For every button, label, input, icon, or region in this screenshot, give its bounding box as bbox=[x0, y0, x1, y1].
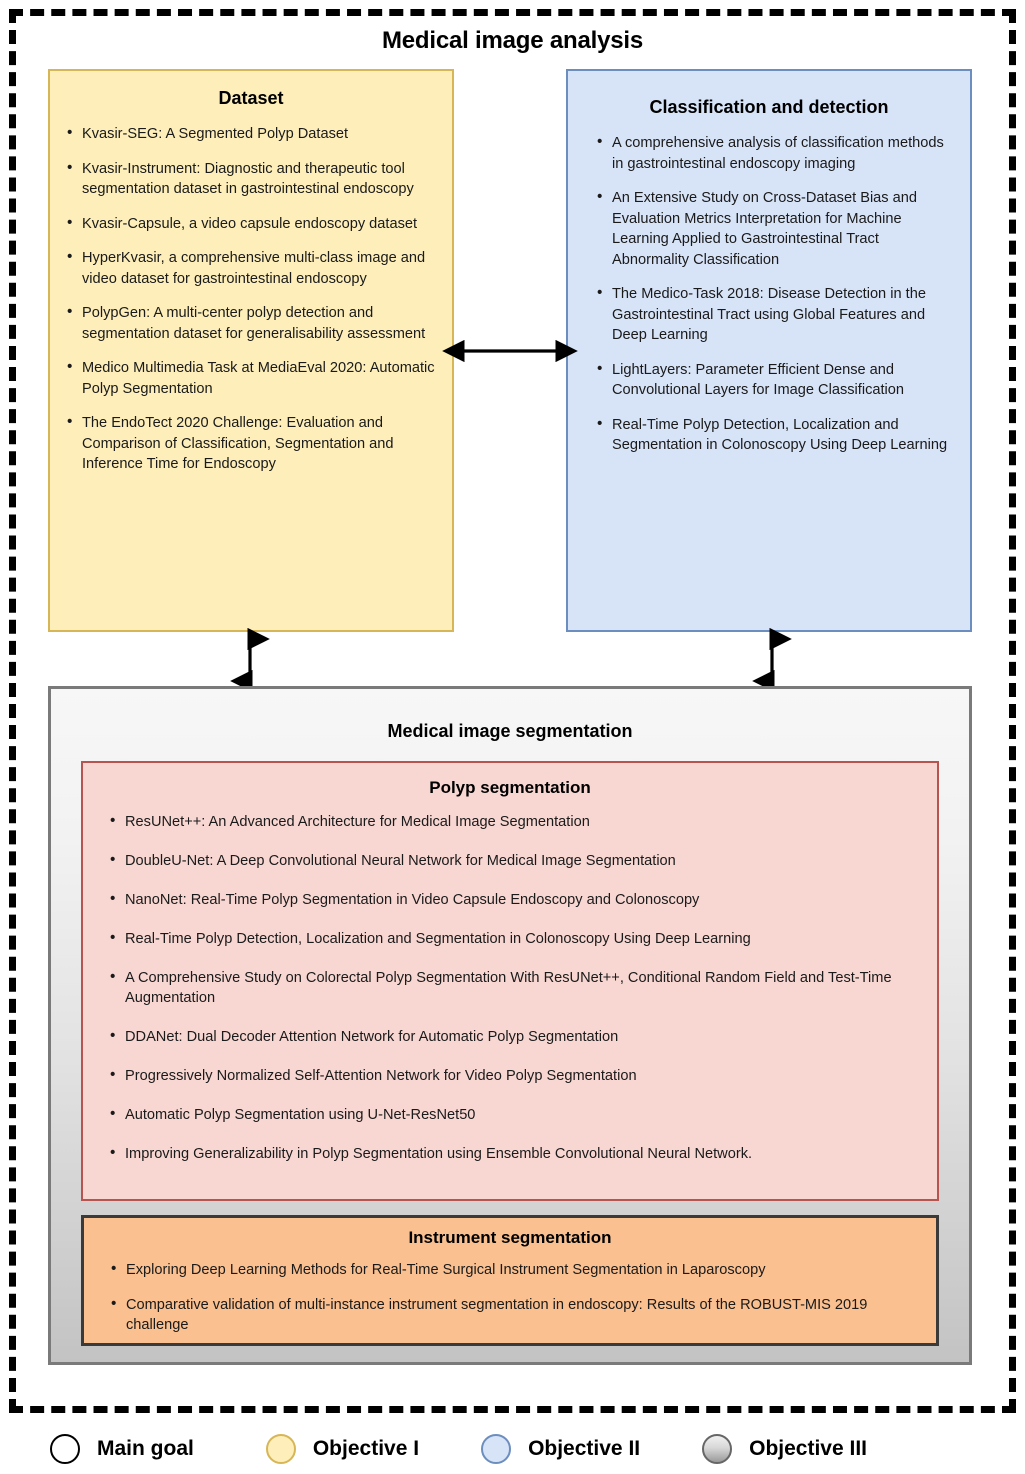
legend-item-objective-1: Objective I bbox=[265, 1434, 420, 1464]
classification-and-detection-card: Classification and detection A comprehen… bbox=[566, 69, 972, 632]
list-item: DoubleU-Net: A Deep Convolutional Neural… bbox=[110, 850, 921, 871]
dataset-card: Dataset Kvasir-SEG: A Segmented Polyp Da… bbox=[48, 69, 454, 632]
classification-card-title: Classification and detection bbox=[649, 97, 889, 117]
list-item: DDANet: Dual Decoder Attention Network f… bbox=[110, 1026, 921, 1047]
legend-item-objective-3: Objective III bbox=[702, 1434, 867, 1464]
instrument-segmentation-card: Instrument segmentation Exploring Deep L… bbox=[81, 1215, 939, 1346]
instrument-list: Exploring Deep Learning Methods for Real… bbox=[84, 1259, 936, 1335]
list-item: HyperKvasir, a comprehensive multi-class… bbox=[67, 247, 440, 289]
list-item: NanoNet: Real-Time Polyp Segmentation in… bbox=[110, 889, 921, 910]
dataset-card-title: Dataset bbox=[218, 88, 284, 108]
arrow-dataset-segmentation bbox=[230, 627, 270, 693]
legend-circle-icon bbox=[702, 1434, 733, 1464]
page-title: Medical image analysis bbox=[381, 27, 644, 54]
list-item: Progressively Normalized Self-Attention … bbox=[110, 1065, 921, 1086]
list-item: The EndoTect 2020 Challenge: Evaluation … bbox=[67, 412, 440, 475]
list-item: Real-Time Polyp Detection, Localization … bbox=[597, 414, 958, 456]
list-item: Real-Time Polyp Detection, Localization … bbox=[110, 928, 921, 949]
polyp-segmentation-card: Polyp segmentation ResUNet++: An Advance… bbox=[81, 761, 939, 1201]
list-item: PolypGen: A multi-center polyp detection… bbox=[67, 302, 440, 344]
legend-item-objective-2: Objective II bbox=[481, 1434, 640, 1464]
medical-image-segmentation-card: Medical image segmentation Polyp segment… bbox=[48, 686, 972, 1365]
legend-label: Objective II bbox=[528, 1437, 641, 1460]
legend-label: Main goal bbox=[97, 1437, 194, 1460]
list-item: LightLayers: Parameter Efficient Dense a… bbox=[597, 359, 958, 401]
list-item: Automatic Polyp Segmentation using U-Net… bbox=[110, 1104, 921, 1125]
instrument-card-title: Instrument segmentation bbox=[408, 1228, 612, 1247]
legend: Main goal Objective I Objective II Objec… bbox=[0, 1424, 1025, 1474]
list-item: ResUNet++: An Advanced Architecture for … bbox=[110, 811, 921, 832]
dataset-list: Kvasir-SEG: A Segmented Polyp Dataset Kv… bbox=[50, 123, 452, 475]
polyp-list: ResUNet++: An Advanced Architecture for … bbox=[83, 811, 937, 1164]
legend-item-main-goal: Main goal bbox=[50, 1434, 194, 1464]
legend-circle-icon bbox=[50, 1434, 80, 1464]
list-item: Kvasir-Capsule, a video capsule endoscop… bbox=[67, 213, 440, 235]
legend-circle-icon bbox=[265, 1434, 296, 1464]
list-item: Exploring Deep Learning Methods for Real… bbox=[111, 1259, 920, 1280]
list-item: A comprehensive analysis of classificati… bbox=[597, 132, 958, 174]
legend-circle-icon bbox=[481, 1434, 512, 1464]
list-item: Medico Multimedia Task at MediaEval 2020… bbox=[67, 357, 440, 399]
list-item: An Extensive Study on Cross-Dataset Bias… bbox=[597, 187, 958, 270]
legend-label: Objective III bbox=[749, 1437, 867, 1460]
arrow-dataset-classification bbox=[442, 339, 578, 363]
list-item: The Medico-Task 2018: Disease Detection … bbox=[597, 283, 958, 346]
list-item: Kvasir-Instrument: Diagnostic and therap… bbox=[67, 158, 440, 200]
list-item: Improving Generalizability in Polyp Segm… bbox=[110, 1143, 921, 1164]
list-item: Kvasir-SEG: A Segmented Polyp Dataset bbox=[67, 123, 440, 145]
classification-list: A comprehensive analysis of classificati… bbox=[568, 132, 970, 456]
list-item: Comparative validation of multi-instance… bbox=[111, 1294, 920, 1335]
list-item: A Comprehensive Study on Colorectal Poly… bbox=[110, 967, 921, 1008]
legend-label: Objective I bbox=[312, 1437, 420, 1460]
segmentation-card-title: Medical image segmentation bbox=[387, 721, 633, 741]
polyp-card-title: Polyp segmentation bbox=[429, 778, 591, 797]
diagram-canvas: Medical image analysis Dataset Kvasir-SE… bbox=[0, 0, 1025, 1474]
arrow-classification-segmentation bbox=[752, 627, 792, 693]
